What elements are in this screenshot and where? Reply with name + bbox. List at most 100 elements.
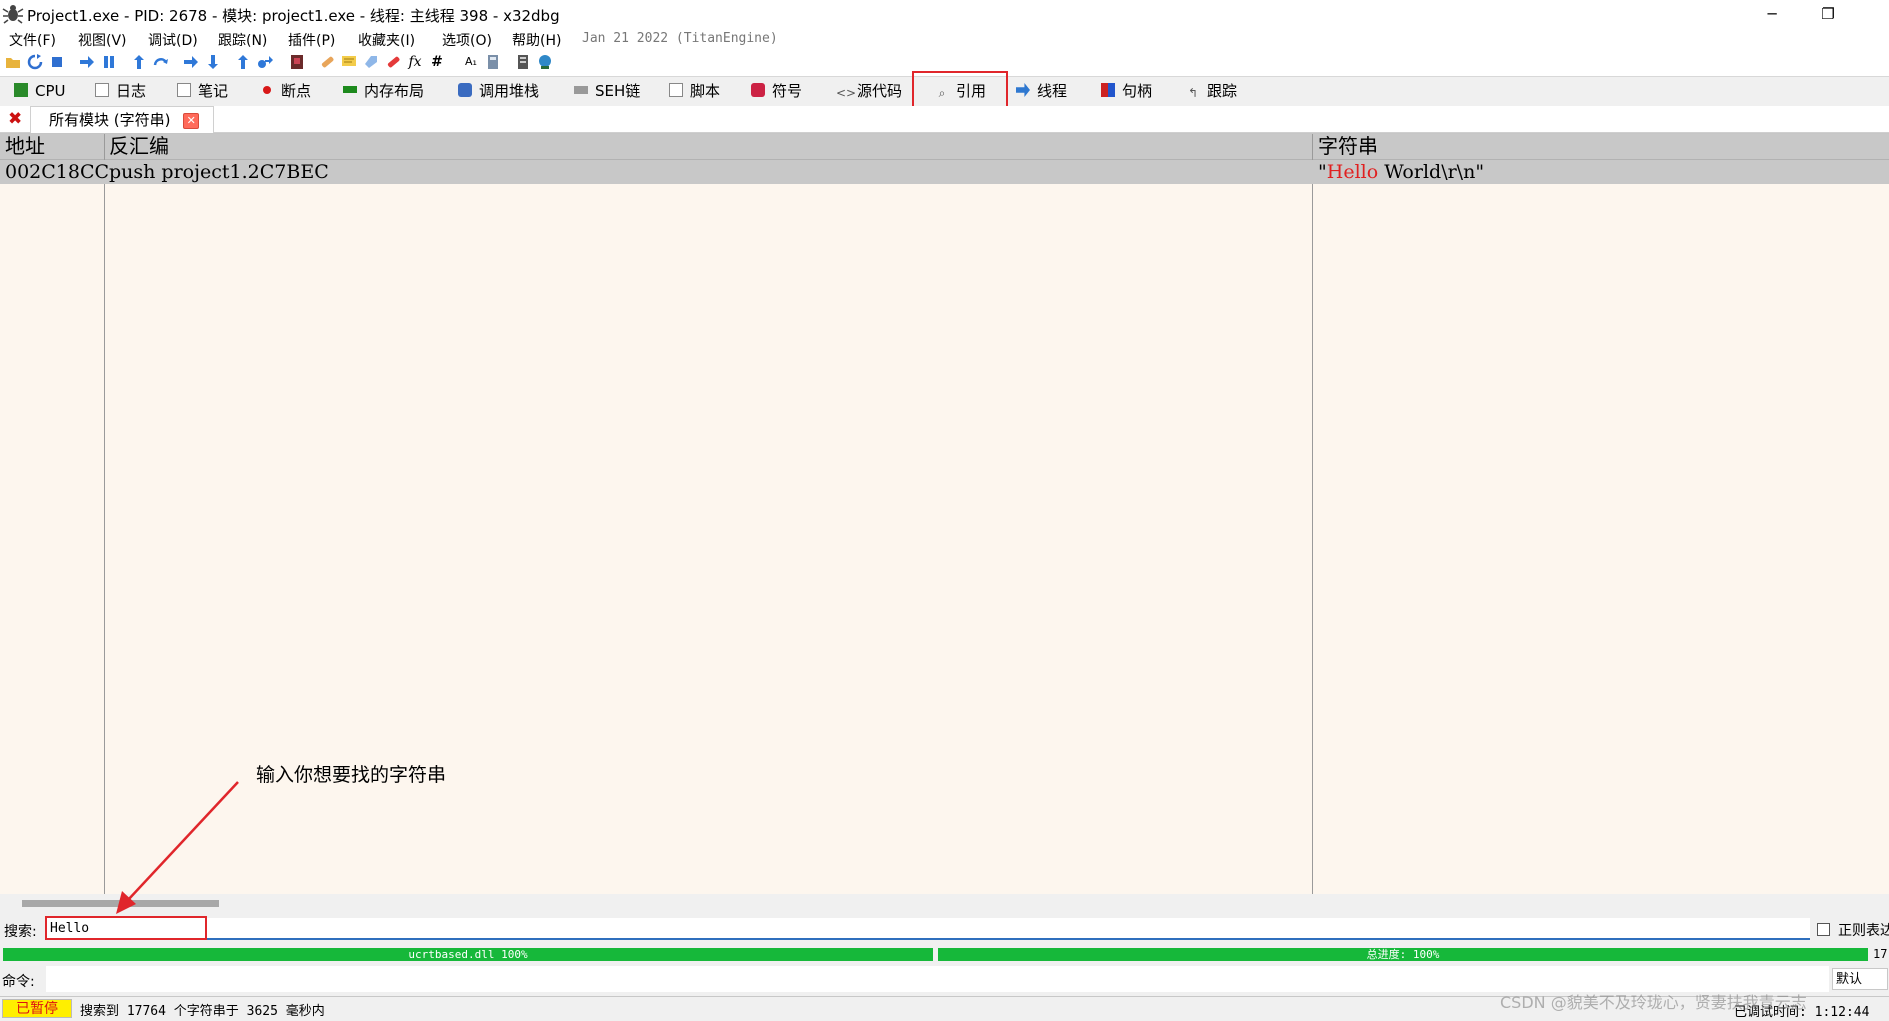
search-input-highlight: [45, 916, 207, 940]
close-panel-icon[interactable]: ✖: [8, 109, 22, 129]
log-icon: [95, 83, 109, 97]
run-to-user-code-icon[interactable]: [257, 54, 273, 70]
tab-cpu[interactable]: CPU: [14, 77, 66, 105]
script-icon: [669, 83, 683, 97]
menu-debug[interactable]: 调试(D): [148, 30, 198, 50]
tab-label: SEH链: [595, 82, 641, 100]
tab-memory-map[interactable]: 内存布局: [343, 77, 424, 105]
cell-string: "Hello World\r\n": [1318, 160, 1484, 184]
status-badge: 已暂停: [2, 999, 72, 1018]
handles-icon: [1101, 83, 1115, 97]
string-quote: ": [1318, 161, 1327, 183]
breakpoint-icon: [263, 86, 271, 94]
tab-source[interactable]: <>源代码: [836, 77, 902, 105]
tab-symbols[interactable]: 符号: [751, 77, 802, 105]
tab-handles[interactable]: 句柄: [1101, 77, 1152, 105]
calculator-icon[interactable]: [485, 54, 501, 70]
open-icon[interactable]: [5, 54, 21, 70]
search-input[interactable]: [45, 918, 1810, 940]
command-mode-select[interactable]: 默认: [1832, 968, 1888, 990]
bug-icon: [2, 5, 24, 24]
close-tab-icon[interactable]: ✕: [183, 113, 200, 129]
progress-count: 17: [1873, 947, 1888, 961]
restart-icon[interactable]: [27, 54, 43, 70]
tab-label: 笔记: [198, 82, 229, 100]
column-divider: [104, 134, 105, 894]
menu-view[interactable]: 视图(V): [78, 30, 127, 50]
title-bar: Project1.exe - PID: 2678 - 模块: project1.…: [0, 0, 1889, 28]
cell-address: 002C18CC: [5, 161, 110, 183]
trace-over-icon[interactable]: [205, 54, 221, 70]
call-stack-icon: [458, 83, 472, 97]
step-into-icon[interactable]: [131, 54, 147, 70]
source-icon: <>: [836, 86, 857, 100]
column-header-disassembly[interactable]: 反汇编: [109, 134, 169, 159]
tab-notes[interactable]: 笔记: [177, 77, 228, 105]
minimize-button[interactable]: ─: [1750, 2, 1794, 26]
total-progress-bar: 总进度: 100%: [938, 948, 1868, 961]
seh-icon: [574, 86, 588, 94]
string-match-highlight: Hello: [1326, 161, 1379, 183]
table-header: 地址 反汇编 字符串: [0, 134, 1889, 160]
threads-icon: [1016, 83, 1030, 97]
step-over-icon[interactable]: [153, 54, 169, 70]
command-label: 命令:: [2, 974, 35, 990]
tab-call-stack[interactable]: 调用堆栈: [458, 77, 539, 105]
scylla-icon[interactable]: [289, 54, 305, 70]
execute-till-return-icon[interactable]: [235, 54, 251, 70]
horizontal-scrollbar[interactable]: [22, 900, 219, 907]
variables-icon[interactable]: #: [429, 54, 445, 70]
tab-label: 内存布局: [364, 82, 425, 100]
tab-label: 日志: [116, 82, 147, 100]
tab-label: CPU: [35, 82, 66, 100]
watermark: CSDN @貌美不及玲珑心，贤妻扶我青云志: [1500, 993, 1807, 1012]
tab-seh[interactable]: SEH链: [574, 77, 640, 105]
column-header-address[interactable]: 地址: [5, 134, 45, 159]
search-row: 搜索: 正则表达: [0, 915, 1889, 945]
menu-bar: 文件(F) 视图(V) 调试(D) 跟踪(N) 插件(P) 收藏夹(I) 选项(…: [0, 28, 1889, 50]
trace-into-icon[interactable]: [183, 54, 199, 70]
menu-help[interactable]: 帮助(H): [512, 30, 561, 50]
about-icon[interactable]: [537, 54, 553, 70]
menu-trace[interactable]: 跟踪(N): [218, 30, 267, 50]
menu-file[interactable]: 文件(F): [9, 30, 56, 50]
column-header-string[interactable]: 字符串: [1318, 134, 1378, 159]
stop-icon[interactable]: [49, 54, 65, 70]
symbols-icon: [751, 83, 765, 97]
tab-label: 跟踪: [1207, 82, 1238, 100]
tab-breakpoints[interactable]: 断点: [260, 77, 311, 105]
tab-label: 源代码: [857, 82, 903, 100]
annotation-text: 输入你想要找的字符串: [256, 764, 447, 786]
run-icon[interactable]: [79, 54, 95, 70]
pause-icon[interactable]: [101, 54, 117, 70]
tab-label: 符号: [772, 82, 803, 100]
regex-checkbox[interactable]: [1817, 923, 1830, 936]
functions-icon[interactable]: fx: [407, 54, 423, 70]
sub-tab-all-modules-strings[interactable]: 所有模块 (字符串) ✕: [30, 106, 215, 133]
patch-icon[interactable]: [319, 54, 335, 70]
column-divider: [1312, 134, 1313, 894]
menu-plugins[interactable]: 插件(P): [288, 30, 335, 50]
memory-map-icon: [343, 86, 357, 93]
tab-label: 脚本: [690, 82, 721, 100]
tab-trace[interactable]: ↰ 跟踪: [1186, 77, 1237, 105]
comments-icon[interactable]: [341, 54, 357, 70]
tab-label: 断点: [281, 82, 312, 100]
menu-favourites[interactable]: 收藏夹(I): [358, 30, 415, 50]
string-rest: World\r\n": [1378, 161, 1485, 183]
bookmarks-icon[interactable]: [385, 54, 401, 70]
trace-icon: ↰: [1187, 86, 1199, 100]
menu-options[interactable]: 选项(O): [442, 30, 492, 50]
tab-threads[interactable]: 线程: [1016, 77, 1067, 105]
tab-script[interactable]: 脚本: [669, 77, 720, 105]
font-icon[interactable]: A₁: [463, 54, 479, 70]
help-icon[interactable]: [515, 54, 531, 70]
labels-icon[interactable]: [363, 54, 379, 70]
build-info: Jan 21 2022 (TitanEngine): [582, 31, 778, 46]
tab-log[interactable]: 日志: [95, 77, 146, 105]
regex-label: 正则表达: [1838, 923, 1889, 939]
sub-tab-bar: ✖ 所有模块 (字符串) ✕: [0, 106, 1889, 133]
cell-disassembly: push project1.2C7BEC: [109, 161, 329, 183]
restore-button[interactable]: ❐: [1806, 2, 1850, 26]
status-message: 搜索到 17764 个字符串于 3625 毫秒内: [80, 1004, 325, 1019]
